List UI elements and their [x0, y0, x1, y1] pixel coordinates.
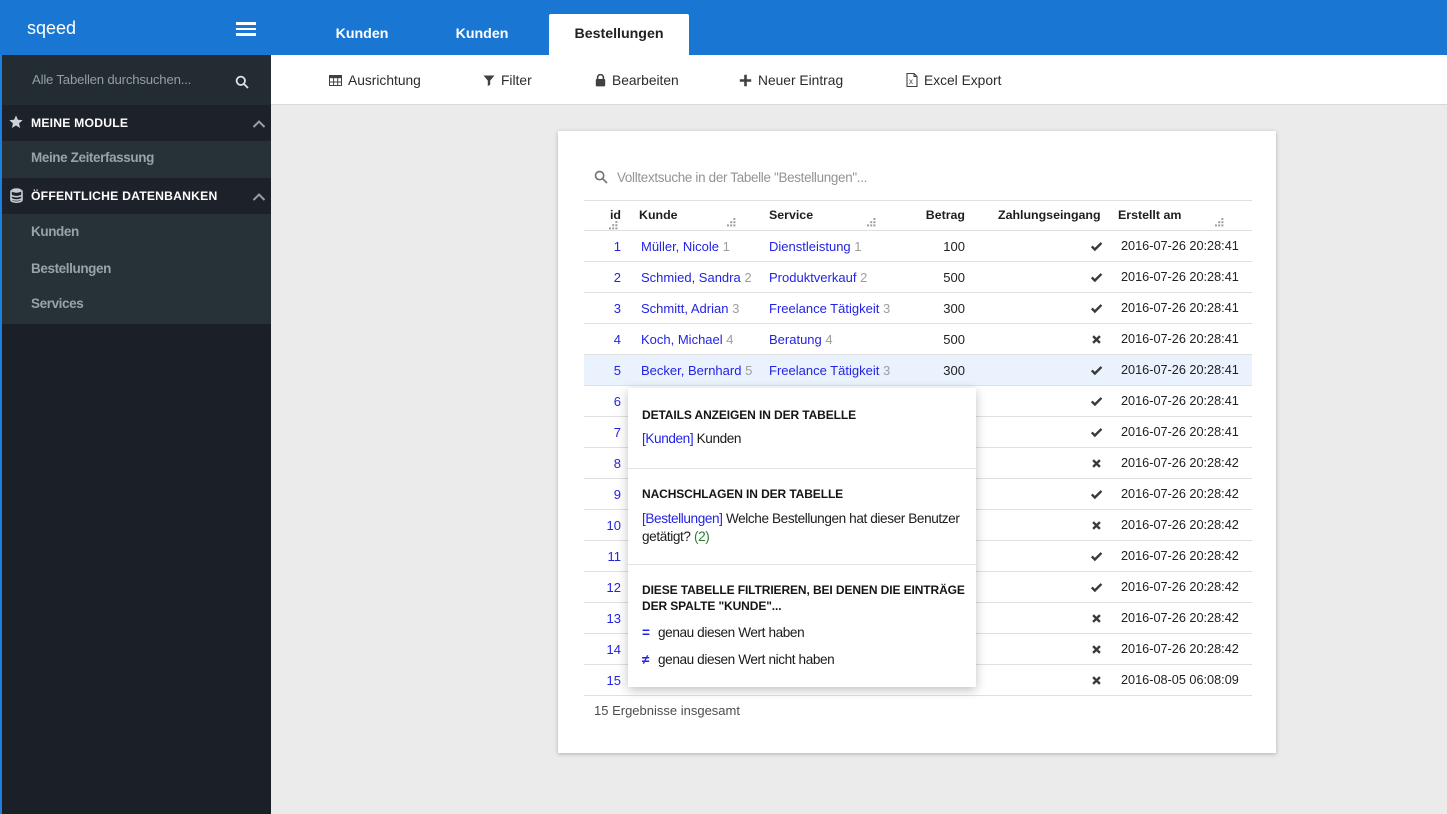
svg-text:x: x — [909, 77, 913, 86]
